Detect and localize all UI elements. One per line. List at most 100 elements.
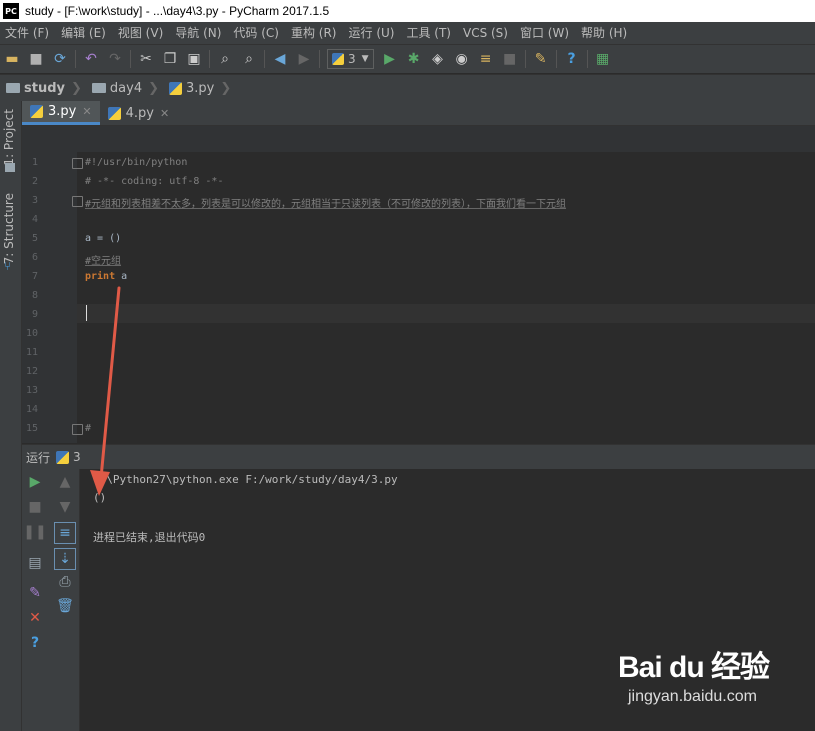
menu-refactor[interactable]: 重构 (R) [286, 22, 344, 44]
code-line-5: a = () [85, 233, 122, 244]
title-bar: PC study - [F:\work\study] - ...\day4\3.… [0, 0, 815, 22]
line-number: 9 [31, 309, 38, 320]
debug-icon[interactable]: ✱ [403, 48, 425, 70]
trash-icon[interactable]: 🗑 [56, 597, 74, 615]
breadcrumb-item-file[interactable]: 3.py ❯ [163, 81, 235, 96]
menu-vcs[interactable]: VCS (S) [458, 22, 515, 44]
run-config-select[interactable]: 3 ▼ [327, 49, 374, 69]
close-icon[interactable]: ✕ [26, 609, 44, 627]
left-tool-stripe: 1: Project 7: Structure ⑂ [0, 101, 22, 731]
close-icon[interactable]: ✕ [160, 107, 169, 120]
coverage-icon[interactable]: ◈ [427, 48, 449, 70]
stop-icon[interactable]: ■ [499, 48, 521, 70]
run-tool-title: 运行 [26, 450, 51, 465]
rerun-icon[interactable]: ▶ [26, 473, 44, 491]
menu-run[interactable]: 运行 (U) [344, 22, 402, 44]
line-number: 15 [25, 423, 38, 434]
folder-icon [91, 83, 106, 93]
concurrency-icon[interactable]: ≡ [475, 48, 497, 70]
forward-icon[interactable]: ▶ [293, 48, 315, 70]
soft-wrap-icon[interactable]: ≡ [54, 522, 76, 544]
toolbar-divider [555, 50, 557, 68]
chevron-right-icon: ❯ [220, 80, 232, 96]
redo-icon[interactable]: ↷ [104, 48, 126, 70]
replace-icon[interactable]: ⌕ [238, 48, 260, 70]
down-arrow-icon[interactable]: ▼ [56, 498, 74, 516]
line-number: 13 [25, 385, 38, 396]
toolbar-divider [209, 50, 210, 68]
toolbar-divider [319, 50, 320, 68]
profile-icon[interactable]: ◉ [451, 48, 473, 70]
breadcrumb-item-study[interactable]: study ❯ [0, 81, 86, 96]
watermark-site: jingyan.baidu.com [628, 688, 757, 705]
project-icon [5, 163, 15, 172]
code-line-7: print a [85, 271, 127, 282]
window-title: study - [F:\work\study] - ...\day4\3.py … [25, 4, 330, 18]
toolbar-divider [264, 50, 265, 68]
structure-tool-tab[interactable]: 7: Structure [2, 193, 16, 264]
menu-window[interactable]: 窗口 (W) [515, 22, 576, 44]
line-number: 6 [31, 252, 38, 263]
breadcrumb: study ❯ day4 ❯ 3.py ❯ [0, 74, 815, 102]
scroll-to-end-icon[interactable]: ⇣ [54, 548, 76, 570]
menu-help[interactable]: 帮助 (H) [576, 22, 634, 44]
code-line-6: #空元组 [85, 256, 122, 267]
fold-marker-icon[interactable] [72, 196, 83, 207]
breadcrumb-label: 3.py [186, 80, 215, 96]
text-cursor [86, 305, 87, 321]
run-icon[interactable]: ▶ [379, 48, 401, 70]
editor-breadcrumb-strip [22, 126, 815, 152]
fold-marker-icon[interactable] [72, 158, 83, 169]
breadcrumb-label: study [24, 80, 65, 96]
menu-edit[interactable]: 编辑 (E) [56, 22, 113, 44]
pycharm-logo-icon: PC [3, 3, 19, 19]
pin-icon[interactable]: ✎ [26, 584, 44, 602]
line-number: 12 [25, 366, 38, 377]
fold-marker-icon[interactable] [72, 424, 83, 435]
breadcrumb-item-day4[interactable]: day4 ❯ [86, 81, 163, 96]
chevron-right-icon: ❯ [71, 80, 82, 96]
structure-icon: ⑂ [4, 259, 12, 273]
tab-3py[interactable]: 3.py ✕ [22, 101, 100, 125]
back-icon[interactable]: ◀ [269, 48, 291, 70]
line-number: 8 [31, 290, 38, 301]
cut-icon[interactable]: ✂ [135, 48, 157, 70]
tab-label: 3.py [48, 104, 77, 119]
plugin-icon[interactable]: ▦ [592, 48, 614, 70]
print-icon[interactable]: ⎙ [56, 573, 74, 591]
python-icon [56, 450, 70, 464]
menu-code[interactable]: 代码 (C) [228, 22, 286, 44]
pause-icon[interactable]: ❚❚ [23, 523, 46, 541]
find-icon[interactable]: ⌕ [214, 48, 236, 70]
paste-icon[interactable]: ▣ [183, 48, 205, 70]
line-number: 1 [31, 157, 38, 168]
sync-icon[interactable]: ⟳ [49, 48, 71, 70]
code-editor[interactable]: 1 2 3 4 5 6 7 8 9 10 11 12 13 14 15 #!/u… [22, 152, 815, 443]
python-icon [332, 53, 344, 65]
python-file-icon [30, 105, 43, 118]
tab-4py[interactable]: 4.py ✕ [100, 101, 178, 125]
menu-file[interactable]: 文件 (F) [0, 22, 56, 44]
menu-tools[interactable]: 工具 (T) [401, 22, 458, 44]
menu-view[interactable]: 视图 (V) [113, 22, 170, 44]
run-side-toolbar: ▶ ■ ❚❚ ▤ ✎ ✕ ? ▲ ▼ ≡ ⇣ ⎙ 🗑 [22, 469, 80, 731]
code-line-1: #!/usr/bin/python [85, 157, 188, 168]
up-arrow-icon[interactable]: ▲ [56, 473, 74, 491]
help-icon[interactable]: ? [26, 634, 44, 652]
settings-icon[interactable]: ✎ [530, 48, 552, 70]
project-tool-tab[interactable]: 1: Project [2, 109, 16, 166]
watermark-brand: Bai du 经验 [618, 651, 770, 684]
console-command: C:\Python27\python.exe F:/work/study/day… [93, 473, 398, 486]
menu-bar: 文件 (F) 编辑 (E) 视图 (V) 导航 (N) 代码 (C) 重构 (R… [0, 22, 815, 45]
save-icon[interactable]: ■ [25, 48, 47, 70]
close-icon[interactable]: ✕ [82, 105, 91, 118]
copy-icon[interactable]: ❐ [159, 48, 181, 70]
menu-navigate[interactable]: 导航 (N) [170, 22, 228, 44]
code-line-2: # -*- coding: utf-8 -*- [85, 176, 224, 187]
layout-icon[interactable]: ▤ [26, 554, 44, 572]
help-icon[interactable]: ? [561, 48, 583, 70]
baidu-jingyan-watermark: Bai du 经验 jingyan.baidu.com [618, 642, 808, 722]
open-folder-icon[interactable]: ▬ [1, 48, 23, 70]
undo-icon[interactable]: ↶ [80, 48, 102, 70]
stop-icon[interactable]: ■ [26, 498, 44, 516]
